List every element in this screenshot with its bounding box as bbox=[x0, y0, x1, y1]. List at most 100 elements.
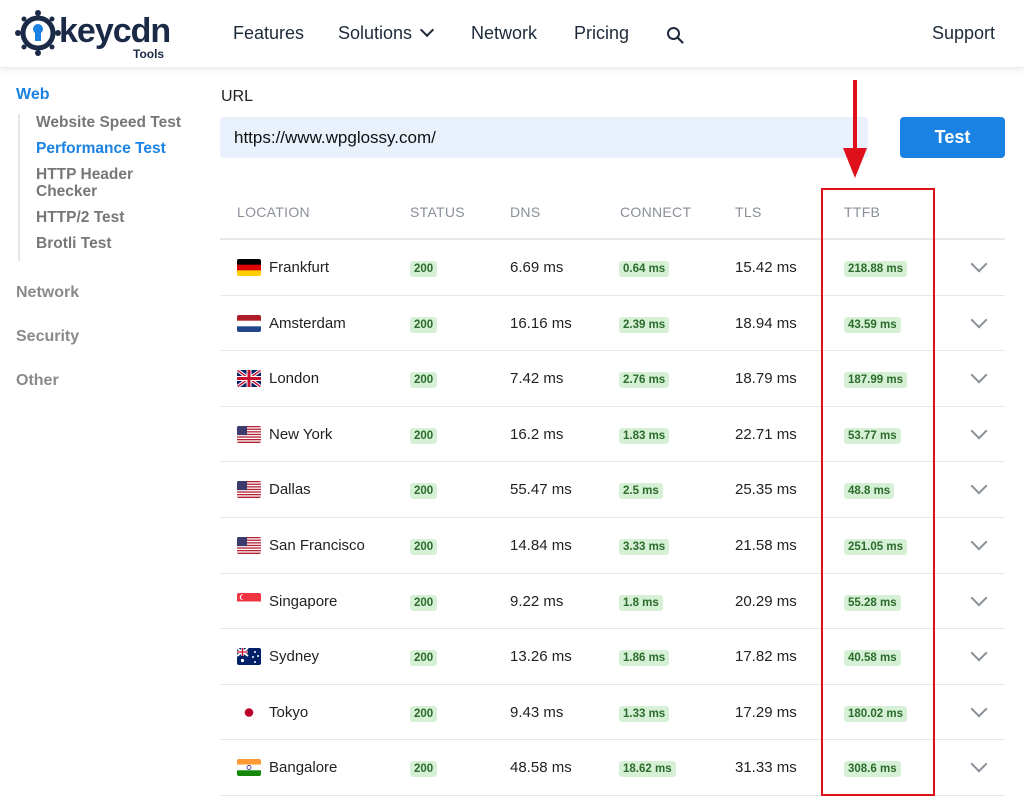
cell-dns: 48.58 ms bbox=[510, 759, 572, 777]
flag-nl-icon bbox=[237, 314, 261, 332]
status-badge: 200 bbox=[410, 316, 438, 333]
flag-jp-icon bbox=[237, 703, 261, 721]
cell-tls: 22.71 ms bbox=[735, 425, 797, 443]
cell-tls: 25.35 ms bbox=[735, 481, 797, 499]
connect-badge: 1.8 ms bbox=[619, 594, 663, 611]
col-connect: CONNECT bbox=[620, 204, 692, 220]
sidebar-section-other[interactable]: Other bbox=[16, 372, 59, 390]
col-status: STATUS bbox=[410, 204, 465, 220]
sidebar-item-performance-test[interactable]: Performance Test bbox=[36, 140, 196, 157]
top-header: keycdn Tools Features Solutions Network … bbox=[0, 0, 1024, 68]
chevron-down-icon[interactable] bbox=[970, 589, 988, 607]
sidebar-section-security[interactable]: Security bbox=[16, 328, 79, 346]
nav-pricing[interactable]: Pricing bbox=[574, 23, 629, 44]
cell-tls: 20.29 ms bbox=[735, 592, 797, 610]
connect-badge: 1.86 ms bbox=[619, 650, 670, 667]
cell-dns: 9.22 ms bbox=[510, 592, 564, 610]
keyhole-logo-icon bbox=[15, 10, 61, 56]
cell-tls: 18.79 ms bbox=[735, 370, 797, 388]
chevron-down-icon[interactable] bbox=[970, 644, 988, 662]
col-tls: TLS bbox=[735, 204, 762, 220]
status-badge: 200 bbox=[410, 705, 438, 722]
cell-dns: 13.26 ms bbox=[510, 648, 572, 666]
cell-location: Frankfurt bbox=[269, 259, 330, 276]
cell-tls: 17.29 ms bbox=[735, 703, 797, 721]
connect-badge: 3.33 ms bbox=[619, 538, 670, 555]
connect-badge: 1.83 ms bbox=[619, 427, 670, 444]
connect-badge: 2.39 ms bbox=[619, 316, 670, 333]
sidebar-item-http2-test[interactable]: HTTP/2 Test bbox=[36, 209, 196, 226]
status-badge: 200 bbox=[410, 372, 438, 389]
chevron-down-icon[interactable] bbox=[970, 366, 988, 384]
chevron-down-icon[interactable] bbox=[970, 755, 988, 773]
logo-wordmark: keycdn bbox=[59, 12, 171, 50]
connect-badge: 2.5 ms bbox=[619, 483, 663, 500]
sidebar-section-network[interactable]: Network bbox=[16, 284, 79, 302]
flag-in-icon bbox=[237, 759, 261, 777]
flag-us-icon bbox=[237, 481, 261, 499]
status-badge: 200 bbox=[410, 594, 438, 611]
nav-solutions[interactable]: Solutions bbox=[338, 22, 435, 44]
search-icon[interactable] bbox=[666, 26, 684, 44]
chevron-down-icon[interactable] bbox=[970, 422, 988, 440]
keycdn-logo[interactable]: keycdn Tools bbox=[15, 10, 175, 61]
cell-tls: 17.82 ms bbox=[735, 648, 797, 666]
cell-dns: 55.47 ms bbox=[510, 481, 572, 499]
cell-location: Tokyo bbox=[269, 703, 309, 721]
cell-dns: 16.16 ms bbox=[510, 314, 572, 332]
cell-location: Sydney bbox=[269, 648, 320, 666]
cell-location: San Francisco bbox=[269, 536, 365, 554]
ttfb-highlight-box bbox=[821, 188, 935, 796]
sidebar-item-brotli-test[interactable]: Brotli Test bbox=[36, 235, 196, 252]
flag-sg-icon bbox=[237, 592, 261, 610]
url-input[interactable] bbox=[220, 117, 868, 158]
connect-badge: 18.62 ms bbox=[619, 761, 676, 778]
cell-tls: 18.94 ms bbox=[735, 314, 797, 332]
cell-location: London bbox=[269, 370, 320, 388]
cell-location: Amsterdam bbox=[269, 314, 346, 332]
status-badge: 200 bbox=[410, 261, 438, 277]
status-badge: 200 bbox=[410, 483, 438, 500]
cell-location: Singapore bbox=[269, 592, 338, 610]
nav-support[interactable]: Support bbox=[932, 23, 995, 44]
cell-location: New York bbox=[269, 425, 333, 443]
sidebar-item-http-header-checker[interactable]: HTTP Header Checker bbox=[36, 166, 156, 200]
flag-au-icon bbox=[237, 648, 261, 666]
cell-location: Bangalore bbox=[269, 759, 338, 777]
flag-us-icon bbox=[237, 536, 261, 554]
sidebar-section-web[interactable]: Web bbox=[16, 86, 49, 104]
test-button[interactable]: Test bbox=[900, 117, 1005, 158]
col-location: LOCATION bbox=[237, 204, 310, 220]
connect-badge: 0.64 ms bbox=[619, 261, 670, 277]
cell-dns: 14.84 ms bbox=[510, 536, 572, 554]
cell-tls: 31.33 ms bbox=[735, 759, 797, 777]
cell-location: Dallas bbox=[269, 481, 311, 499]
flag-us-icon bbox=[237, 425, 261, 443]
logo-subtitle: Tools bbox=[133, 47, 165, 61]
sidebar-item-website-speed-test[interactable]: Website Speed Test bbox=[36, 114, 196, 131]
cell-dns: 6.69 ms bbox=[510, 259, 564, 276]
nav-solutions-label: Solutions bbox=[338, 23, 413, 43]
status-badge: 200 bbox=[410, 761, 438, 778]
chevron-down-icon[interactable] bbox=[970, 700, 988, 718]
connect-badge: 2.76 ms bbox=[619, 372, 670, 389]
sidebar: Web Website Speed Test Performance Test … bbox=[0, 68, 200, 807]
cell-dns: 7.42 ms bbox=[510, 370, 564, 388]
cell-tls: 21.58 ms bbox=[735, 536, 797, 554]
chevron-down-icon[interactable] bbox=[970, 533, 988, 551]
cell-dns: 16.2 ms bbox=[510, 425, 564, 443]
chevron-down-icon[interactable] bbox=[970, 311, 988, 329]
chevron-down-icon[interactable] bbox=[970, 477, 988, 495]
col-dns: DNS bbox=[510, 204, 541, 220]
chevron-down-icon[interactable] bbox=[970, 255, 988, 273]
status-badge: 200 bbox=[410, 650, 438, 667]
cell-tls: 15.42 ms bbox=[735, 259, 797, 276]
status-badge: 200 bbox=[410, 538, 438, 555]
connect-badge: 1.33 ms bbox=[619, 705, 670, 722]
nav-features[interactable]: Features bbox=[233, 23, 304, 44]
nav-network[interactable]: Network bbox=[471, 23, 537, 44]
cell-dns: 9.43 ms bbox=[510, 703, 564, 721]
flag-gb-icon bbox=[237, 370, 261, 388]
red-arrow-annotation bbox=[843, 80, 867, 178]
status-badge: 200 bbox=[410, 427, 438, 444]
